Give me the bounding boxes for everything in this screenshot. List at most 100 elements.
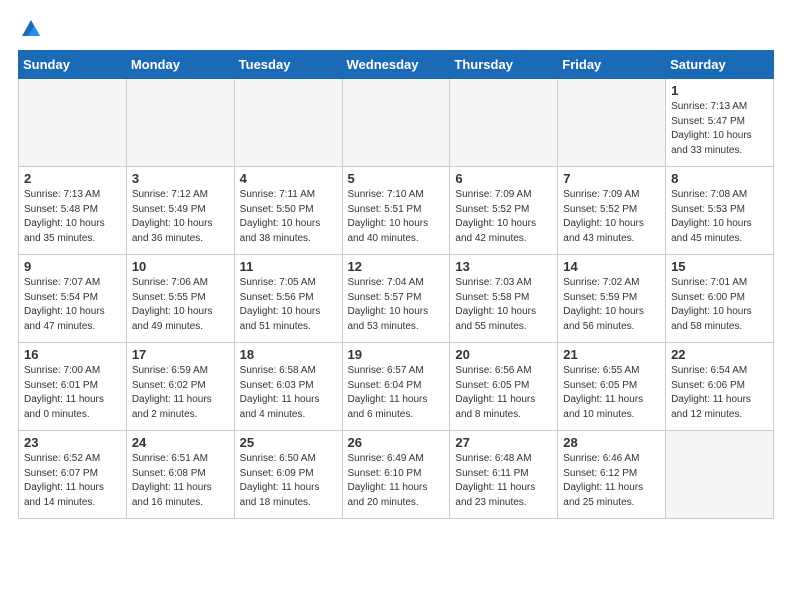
day-info: Sunrise: 7:06 AM Sunset: 5:55 PM Dayligh… bbox=[132, 276, 229, 334]
day-number: 22 bbox=[671, 347, 768, 362]
day-number: 12 bbox=[348, 259, 445, 274]
day-cell bbox=[450, 79, 558, 167]
day-cell: 11 Sunrise: 7:05 AM Sunset: 5:56 PM Dayli… bbox=[234, 255, 342, 343]
day-cell: 9 Sunrise: 7:07 AM Sunset: 5:54 PM Daylig… bbox=[19, 255, 127, 343]
logo bbox=[18, 18, 42, 40]
day-cell bbox=[234, 79, 342, 167]
day-info: Sunrise: 7:13 AM Sunset: 5:48 PM Dayligh… bbox=[24, 188, 121, 246]
day-number: 11 bbox=[240, 259, 337, 274]
day-number: 13 bbox=[455, 259, 552, 274]
day-cell bbox=[342, 79, 450, 167]
day-info: Sunrise: 6:58 AM Sunset: 6:03 PM Dayligh… bbox=[240, 364, 337, 422]
day-number: 21 bbox=[563, 347, 660, 362]
day-cell: 23 Sunrise: 6:52 AM Sunset: 6:07 PM Dayli… bbox=[19, 431, 127, 519]
day-info: Sunrise: 7:02 AM Sunset: 5:59 PM Dayligh… bbox=[563, 276, 660, 334]
day-info: Sunrise: 7:00 AM Sunset: 6:01 PM Dayligh… bbox=[24, 364, 121, 422]
day-cell: 17 Sunrise: 6:59 AM Sunset: 6:02 PM Dayli… bbox=[126, 343, 234, 431]
day-number: 9 bbox=[24, 259, 121, 274]
logo-icon bbox=[20, 18, 42, 40]
day-header-thursday: Thursday bbox=[450, 51, 558, 79]
day-cell: 24 Sunrise: 6:51 AM Sunset: 6:08 PM Dayli… bbox=[126, 431, 234, 519]
day-number: 2 bbox=[24, 171, 121, 186]
day-info: Sunrise: 7:10 AM Sunset: 5:51 PM Dayligh… bbox=[348, 188, 445, 246]
day-cell: 27 Sunrise: 6:48 AM Sunset: 6:11 PM Dayli… bbox=[450, 431, 558, 519]
header bbox=[18, 18, 774, 40]
day-number: 20 bbox=[455, 347, 552, 362]
day-info: Sunrise: 6:51 AM Sunset: 6:08 PM Dayligh… bbox=[132, 452, 229, 510]
day-info: Sunrise: 6:46 AM Sunset: 6:12 PM Dayligh… bbox=[563, 452, 660, 510]
day-number: 1 bbox=[671, 83, 768, 98]
day-cell: 25 Sunrise: 6:50 AM Sunset: 6:09 PM Dayli… bbox=[234, 431, 342, 519]
day-cell: 21 Sunrise: 6:55 AM Sunset: 6:05 PM Dayli… bbox=[558, 343, 666, 431]
day-cell: 15 Sunrise: 7:01 AM Sunset: 6:00 PM Dayli… bbox=[666, 255, 774, 343]
day-number: 16 bbox=[24, 347, 121, 362]
day-info: Sunrise: 6:48 AM Sunset: 6:11 PM Dayligh… bbox=[455, 452, 552, 510]
day-cell: 4Sunrise: 7:11 AM Sunset: 5:50 PM Daylig… bbox=[234, 167, 342, 255]
day-info: Sunrise: 7:07 AM Sunset: 5:54 PM Dayligh… bbox=[24, 276, 121, 334]
day-cell: 22 Sunrise: 6:54 AM Sunset: 6:06 PM Dayli… bbox=[666, 343, 774, 431]
day-cell: 10 Sunrise: 7:06 AM Sunset: 5:55 PM Dayli… bbox=[126, 255, 234, 343]
day-cell: 13 Sunrise: 7:03 AM Sunset: 5:58 PM Dayli… bbox=[450, 255, 558, 343]
day-number: 3 bbox=[132, 171, 229, 186]
day-info: Sunrise: 6:55 AM Sunset: 6:05 PM Dayligh… bbox=[563, 364, 660, 422]
day-number: 25 bbox=[240, 435, 337, 450]
day-cell: 28 Sunrise: 6:46 AM Sunset: 6:12 PM Dayli… bbox=[558, 431, 666, 519]
day-cell: 20 Sunrise: 6:56 AM Sunset: 6:05 PM Dayli… bbox=[450, 343, 558, 431]
calendar-table: SundayMondayTuesdayWednesdayThursdayFrid… bbox=[18, 50, 774, 519]
day-info: Sunrise: 6:56 AM Sunset: 6:05 PM Dayligh… bbox=[455, 364, 552, 422]
day-header-monday: Monday bbox=[126, 51, 234, 79]
day-info: Sunrise: 6:54 AM Sunset: 6:06 PM Dayligh… bbox=[671, 364, 768, 422]
day-info: Sunrise: 7:09 AM Sunset: 5:52 PM Dayligh… bbox=[455, 188, 552, 246]
day-number: 14 bbox=[563, 259, 660, 274]
day-cell: 12 Sunrise: 7:04 AM Sunset: 5:57 PM Dayli… bbox=[342, 255, 450, 343]
day-header-sunday: Sunday bbox=[19, 51, 127, 79]
week-row-3: 9 Sunrise: 7:07 AM Sunset: 5:54 PM Daylig… bbox=[19, 255, 774, 343]
day-cell: 14 Sunrise: 7:02 AM Sunset: 5:59 PM Dayli… bbox=[558, 255, 666, 343]
day-number: 5 bbox=[348, 171, 445, 186]
day-number: 4 bbox=[240, 171, 337, 186]
day-info: Sunrise: 6:52 AM Sunset: 6:07 PM Dayligh… bbox=[24, 452, 121, 510]
day-number: 7 bbox=[563, 171, 660, 186]
day-info: Sunrise: 7:04 AM Sunset: 5:57 PM Dayligh… bbox=[348, 276, 445, 334]
day-info: Sunrise: 6:50 AM Sunset: 6:09 PM Dayligh… bbox=[240, 452, 337, 510]
day-number: 23 bbox=[24, 435, 121, 450]
day-info: Sunrise: 7:12 AM Sunset: 5:49 PM Dayligh… bbox=[132, 188, 229, 246]
day-number: 10 bbox=[132, 259, 229, 274]
day-cell bbox=[666, 431, 774, 519]
day-info: Sunrise: 7:01 AM Sunset: 6:00 PM Dayligh… bbox=[671, 276, 768, 334]
day-header-wednesday: Wednesday bbox=[342, 51, 450, 79]
day-number: 28 bbox=[563, 435, 660, 450]
week-row-1: 1 Sunrise: 7:13 AM Sunset: 5:47 PM Daylig… bbox=[19, 79, 774, 167]
day-info: Sunrise: 7:05 AM Sunset: 5:56 PM Dayligh… bbox=[240, 276, 337, 334]
day-cell: 6Sunrise: 7:09 AM Sunset: 5:52 PM Daylig… bbox=[450, 167, 558, 255]
day-number: 24 bbox=[132, 435, 229, 450]
week-row-4: 16 Sunrise: 7:00 AM Sunset: 6:01 PM Dayli… bbox=[19, 343, 774, 431]
day-cell: 2 Sunrise: 7:13 AM Sunset: 5:48 PM Daylig… bbox=[19, 167, 127, 255]
day-number: 18 bbox=[240, 347, 337, 362]
day-info: Sunrise: 6:57 AM Sunset: 6:04 PM Dayligh… bbox=[348, 364, 445, 422]
day-cell: 8 Sunrise: 7:08 AM Sunset: 5:53 PM Daylig… bbox=[666, 167, 774, 255]
day-number: 8 bbox=[671, 171, 768, 186]
day-cell: 18 Sunrise: 6:58 AM Sunset: 6:03 PM Dayli… bbox=[234, 343, 342, 431]
day-cell: 16 Sunrise: 7:00 AM Sunset: 6:01 PM Dayli… bbox=[19, 343, 127, 431]
day-info: Sunrise: 6:59 AM Sunset: 6:02 PM Dayligh… bbox=[132, 364, 229, 422]
day-info: Sunrise: 7:13 AM Sunset: 5:47 PM Dayligh… bbox=[671, 100, 768, 158]
day-header-friday: Friday bbox=[558, 51, 666, 79]
calendar-header-row: SundayMondayTuesdayWednesdayThursdayFrid… bbox=[19, 51, 774, 79]
week-row-5: 23 Sunrise: 6:52 AM Sunset: 6:07 PM Dayli… bbox=[19, 431, 774, 519]
day-cell: 7 Sunrise: 7:09 AM Sunset: 5:52 PM Daylig… bbox=[558, 167, 666, 255]
day-info: Sunrise: 7:09 AM Sunset: 5:52 PM Dayligh… bbox=[563, 188, 660, 246]
day-header-saturday: Saturday bbox=[666, 51, 774, 79]
day-number: 17 bbox=[132, 347, 229, 362]
day-number: 15 bbox=[671, 259, 768, 274]
day-info: Sunrise: 7:08 AM Sunset: 5:53 PM Dayligh… bbox=[671, 188, 768, 246]
page: SundayMondayTuesdayWednesdayThursdayFrid… bbox=[0, 0, 792, 529]
day-cell: 5 Sunrise: 7:10 AM Sunset: 5:51 PM Daylig… bbox=[342, 167, 450, 255]
day-info: Sunrise: 6:49 AM Sunset: 6:10 PM Dayligh… bbox=[348, 452, 445, 510]
day-number: 26 bbox=[348, 435, 445, 450]
day-cell: 26 Sunrise: 6:49 AM Sunset: 6:10 PM Dayli… bbox=[342, 431, 450, 519]
day-number: 19 bbox=[348, 347, 445, 362]
day-number: 27 bbox=[455, 435, 552, 450]
day-info: Sunrise: 7:03 AM Sunset: 5:58 PM Dayligh… bbox=[455, 276, 552, 334]
day-cell: 1 Sunrise: 7:13 AM Sunset: 5:47 PM Daylig… bbox=[666, 79, 774, 167]
